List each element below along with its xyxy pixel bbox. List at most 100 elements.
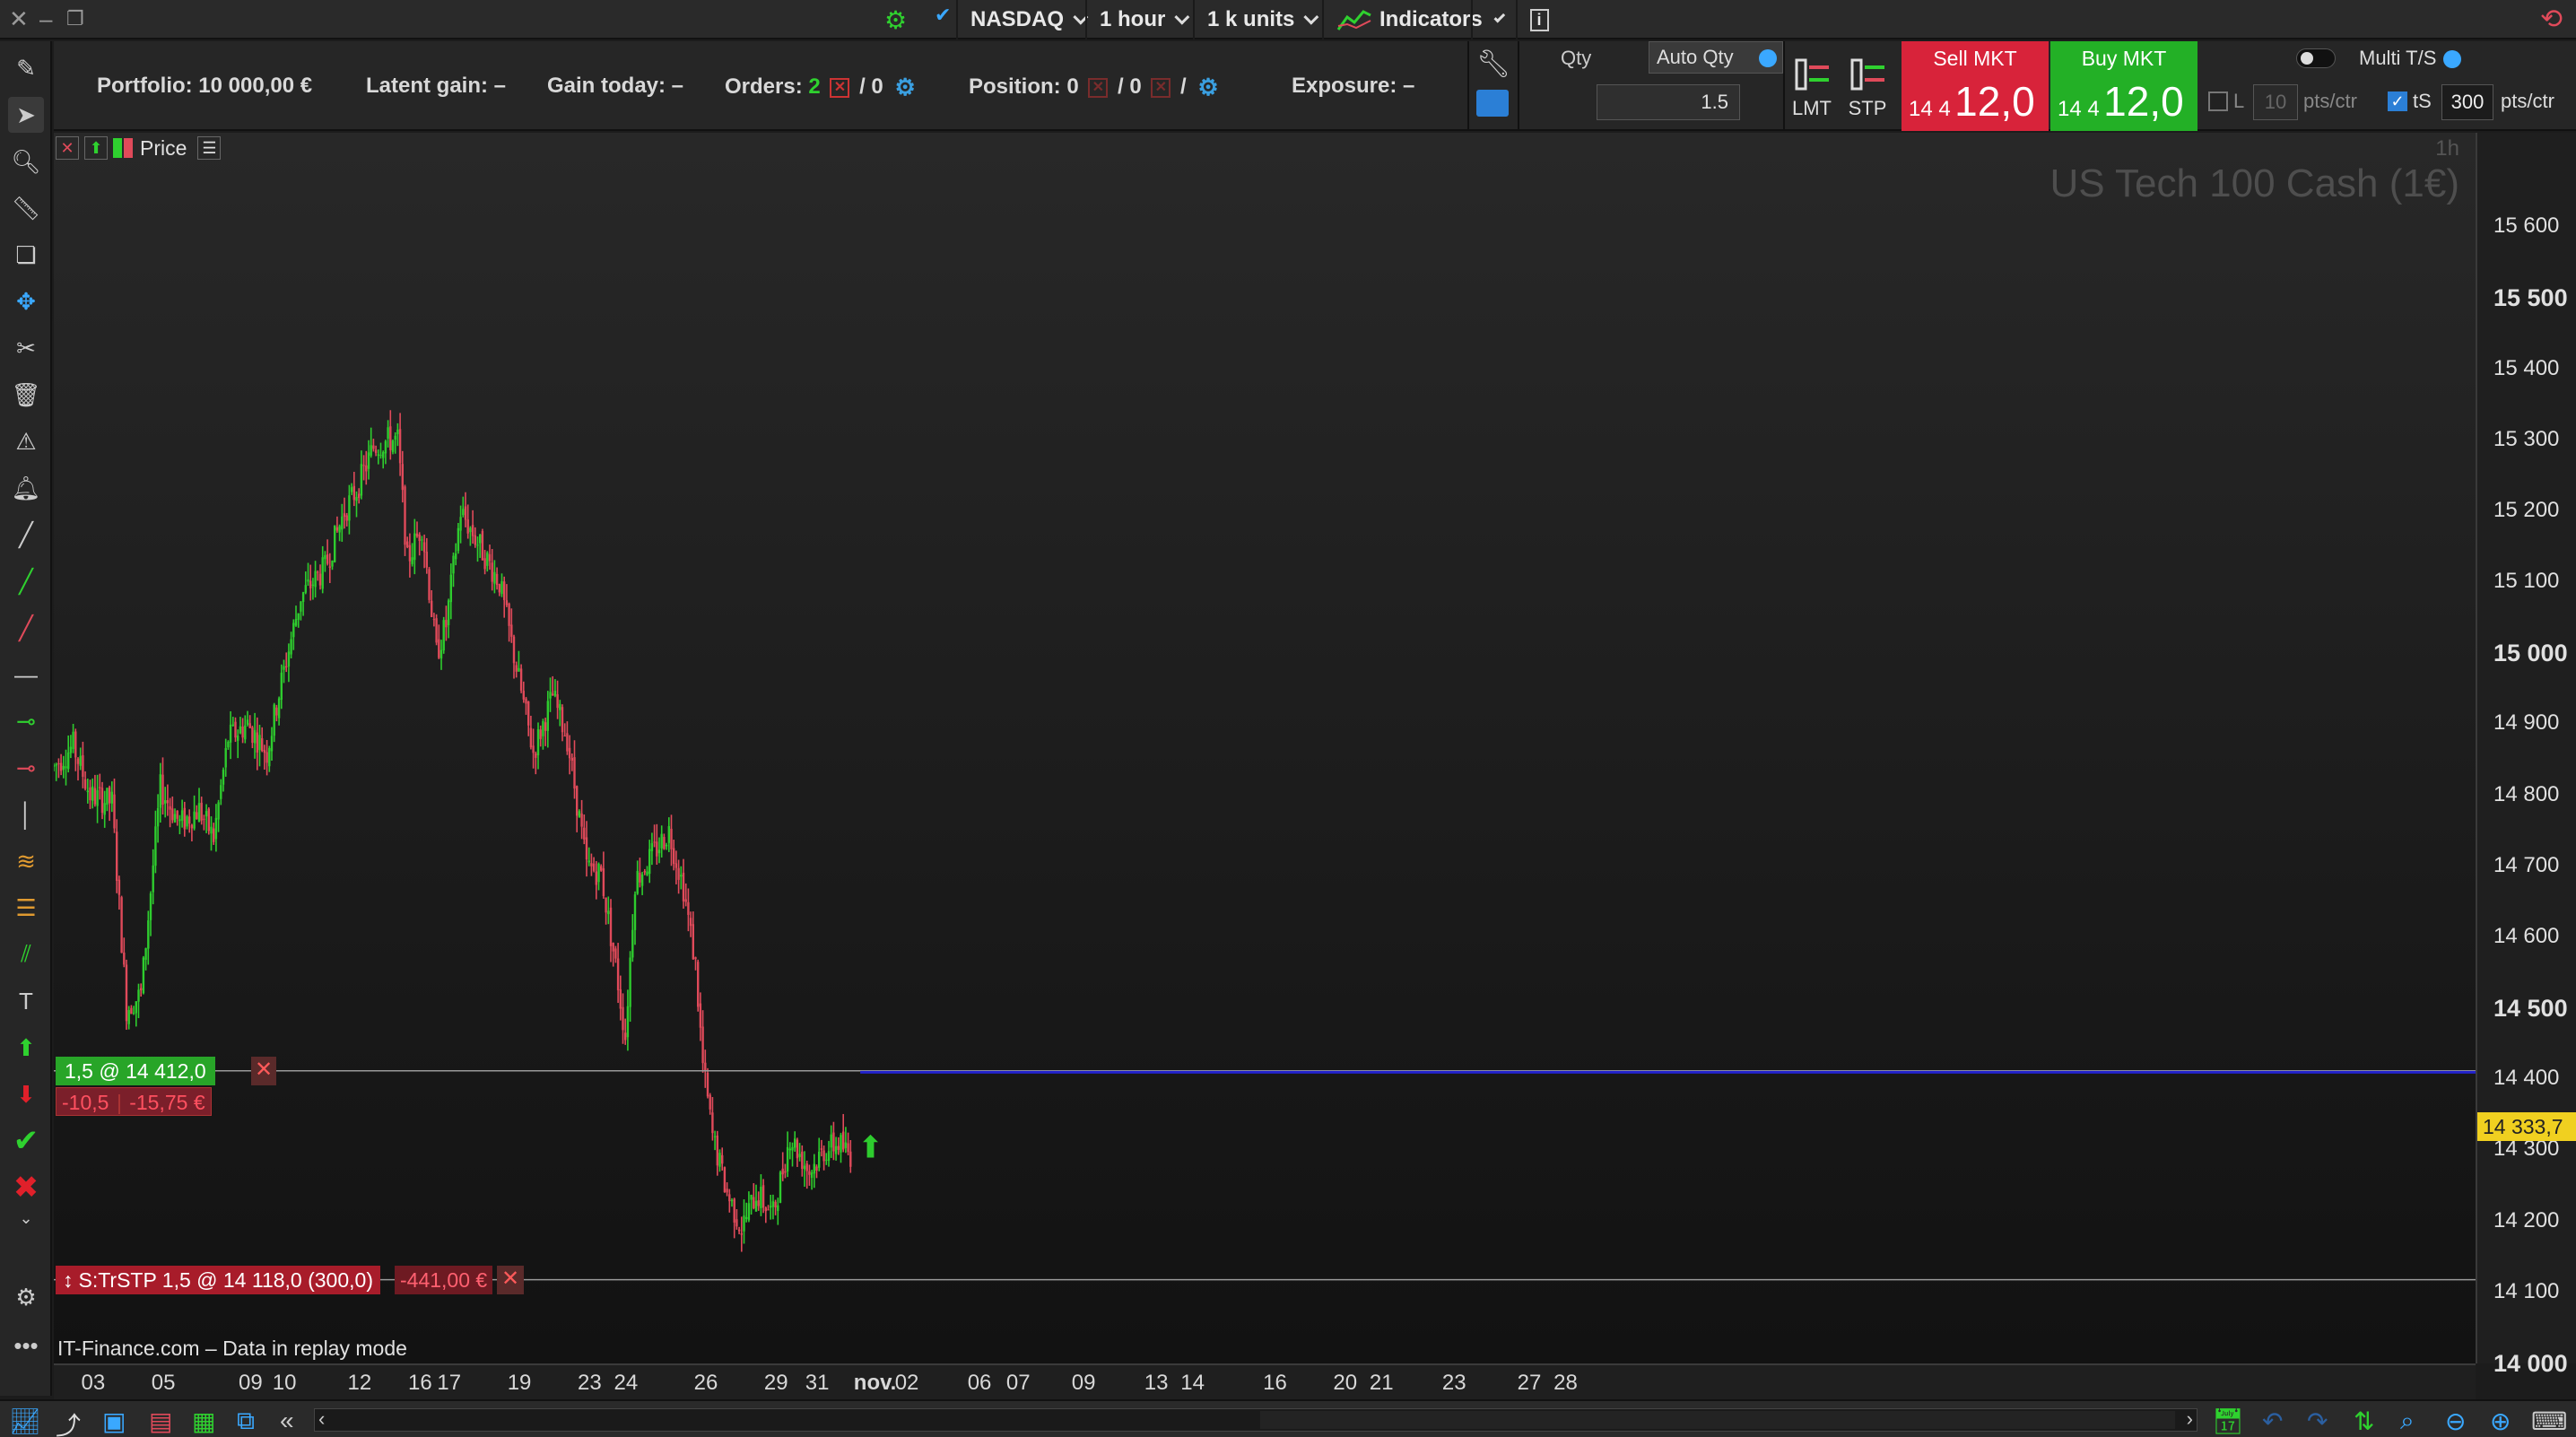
checkmark-icon[interactable]: ✔ <box>8 1123 44 1159</box>
cursor-icon[interactable]: ➤ <box>8 97 44 133</box>
tools-icon[interactable]: ✂ <box>8 330 44 366</box>
bell-icon[interactable]: 🔔︎ <box>8 470 44 506</box>
timeframe-dropdown[interactable]: 1 hour <box>1085 0 1197 39</box>
candle-body <box>474 535 476 545</box>
horizontal-ray-red-icon[interactable]: ⊸ <box>8 750 44 786</box>
channel-icon[interactable]: ⫽ <box>8 936 44 972</box>
delete-x-icon[interactable]: ✖ <box>8 1170 44 1206</box>
trailing-stop-points-input[interactable]: 300 <box>2441 84 2493 120</box>
limit-points-input[interactable]: 10 <box>2253 84 2298 120</box>
indicators-dropdown[interactable]: Indicators <box>1322 0 1495 39</box>
candle-body <box>173 814 177 823</box>
red-line-icon[interactable]: ╱ <box>8 610 44 646</box>
zoom-icon[interactable]: 🔍︎ <box>8 144 44 179</box>
report-icon[interactable]: ▤ <box>149 1407 172 1436</box>
expand-chart-icon[interactable]: ⬆ <box>84 136 108 160</box>
text-icon[interactable]: T <box>8 983 44 1019</box>
settings-tools-icon[interactable]: ⚙ <box>8 1279 44 1315</box>
alert-icon[interactable]: ⚠ <box>8 423 44 459</box>
vertical-line-icon[interactable]: │ <box>8 797 44 832</box>
list-icon[interactable]: ☰ <box>197 136 222 160</box>
copy-icon[interactable]: ❏ <box>8 237 44 273</box>
close-window-icon[interactable]: ✕ <box>9 5 29 33</box>
undo-icon[interactable]: ↶ <box>2262 1407 2283 1436</box>
candle-body <box>275 707 278 716</box>
orders-settings-icon[interactable]: ⚙ <box>894 74 915 101</box>
refresh-icon[interactable]: ⟲ <box>2540 4 2563 35</box>
time-scrollbar[interactable]: ‹ › <box>314 1407 2197 1432</box>
sell-market-button[interactable]: Sell MKT 14 4 12,0 <box>1902 41 2049 131</box>
horizontal-line-icon[interactable]: — <box>8 657 44 692</box>
trendline-icon[interactable]: ╱ <box>8 517 44 553</box>
trash-icon[interactable]: 🗑︎ <box>8 377 44 413</box>
price-axis[interactable]: 15 600 15 500 15 400 15 300 15 200 15 100 15 0… <box>2476 133 2576 1377</box>
keyboard-icon[interactable] <box>1476 90 1509 117</box>
chevron-down-icon[interactable]: ⌄ <box>8 1207 44 1229</box>
keyboard-icon[interactable]: ⌨ <box>2531 1407 2567 1436</box>
candle-body <box>692 924 694 960</box>
stop-order-button[interactable]: STP <box>1844 52 1891 120</box>
price-chart[interactable]: ⬆ ✕ ⬆ Price ☰ 1h US Tech 100 Cash (1€) 1… <box>54 133 2476 1363</box>
close-position-icon[interactable]: ✕ <box>1088 77 1109 98</box>
chart-plot[interactable]: ⬆ <box>54 133 2476 1363</box>
cancel-orders-icon[interactable]: ✕ <box>830 77 850 98</box>
qty-input[interactable] <box>1597 84 1740 120</box>
trailing-stop-tag[interactable]: ↕ S:TrSTP 1,5 @ 14 118,0 (300,0) <box>56 1265 380 1294</box>
calendar-icon[interactable]: 📅︎ <box>2212 1407 2244 1436</box>
cancel-stop-icon[interactable]: ✕ <box>497 1265 524 1294</box>
wrench-icon[interactable]: 🔧︎ <box>1476 48 1510 80</box>
auto-qty-button[interactable]: Auto Qty <box>1649 41 1783 74</box>
more-icon[interactable]: ••• <box>8 1328 44 1363</box>
auto-scale-icon[interactable]: ⇅ <box>2354 1407 2374 1436</box>
zoom-out-icon[interactable]: ⊖ <box>2445 1407 2466 1436</box>
trailing-stop-checkbox[interactable]: ✓ <box>2388 91 2407 111</box>
info-button[interactable]: i <box>1516 0 1561 39</box>
pencil-icon[interactable]: ✎ <box>8 50 44 86</box>
ruler-icon[interactable]: 📏︎ <box>8 190 44 226</box>
move-icon[interactable]: ✥ <box>8 283 44 319</box>
limit-order-button[interactable]: LMT <box>1788 52 1835 120</box>
zoom-fit-icon[interactable]: ⌕ <box>2400 1407 2415 1436</box>
scroll-left-icon[interactable]: ‹ <box>318 1407 325 1431</box>
fibonacci-icon[interactable]: ≋ <box>8 843 44 879</box>
close-position-icon[interactable]: ✕ <box>251 1056 276 1085</box>
folder-icon[interactable]: ▣ <box>102 1407 126 1436</box>
connection-status-icon[interactable]: ⚙ <box>884 5 907 35</box>
position-settings-icon[interactable]: ⚙ <box>1197 74 1218 101</box>
up-arrow-icon[interactable]: ⬆ <box>8 1030 44 1066</box>
drag-handle-icon[interactable]: ↕ <box>63 1268 74 1292</box>
horizontal-ray-green-icon[interactable]: ⊸ <box>8 703 44 739</box>
restore-window-icon[interactable]: ❐ <box>66 7 84 30</box>
candle-body <box>648 849 651 875</box>
fib-levels-icon[interactable]: ☰ <box>8 890 44 926</box>
multi-ts-toggle[interactable] <box>2296 48 2336 68</box>
grid-icon[interactable]: ▦ <box>192 1407 215 1436</box>
zoom-in-icon[interactable]: ⊕ <box>2490 1407 2511 1436</box>
scrollbar-thumb[interactable] <box>1260 1411 2175 1429</box>
exchange-dropdown[interactable]: NASDAQ <box>956 0 1096 39</box>
scroll-right-icon[interactable]: › <box>2187 1407 2193 1431</box>
share-icon[interactable]: ⤴ <box>56 1407 81 1437</box>
buy-signal-arrow-icon[interactable]: ⬆ <box>857 1129 883 1165</box>
indicators-menu-dropdown[interactable] <box>1471 0 1512 39</box>
buy-market-button[interactable]: Buy MKT 14 4 12,0 <box>2050 41 2197 131</box>
position-tag[interactable]: 1,5 @ 14 412,0 <box>56 1056 215 1085</box>
limit-checkbox[interactable] <box>2208 91 2228 111</box>
time-axis[interactable]: 03 05 09 10 12 16 17 19 23 24 26 29 31 nov. 02 06 07 09 13… <box>54 1363 2476 1399</box>
checkmark-status-icon[interactable]: ✔ <box>935 4 951 27</box>
redo-icon[interactable]: ↷ <box>2307 1407 2328 1436</box>
minimize-window-icon[interactable]: – <box>39 5 52 33</box>
candle-body <box>343 513 346 518</box>
close-position-2-icon[interactable]: ✕ <box>1151 77 1171 98</box>
green-line-icon[interactable]: ╱ <box>8 563 44 599</box>
scroll-start-icon[interactable]: « <box>280 1407 294 1435</box>
candle-body <box>65 766 67 769</box>
down-arrow-icon[interactable]: ⬇ <box>8 1076 44 1112</box>
units-dropdown[interactable]: 1 k units <box>1193 0 1327 39</box>
close-chart-icon[interactable]: ✕ <box>56 136 79 160</box>
help-icon[interactable] <box>2443 50 2462 69</box>
price-series-label[interactable]: Price <box>140 136 187 161</box>
chart-icon[interactable]: 📈︎ <box>9 1407 41 1436</box>
help-icon[interactable] <box>1759 49 1777 67</box>
window-icon[interactable]: ⧉ <box>237 1407 255 1436</box>
